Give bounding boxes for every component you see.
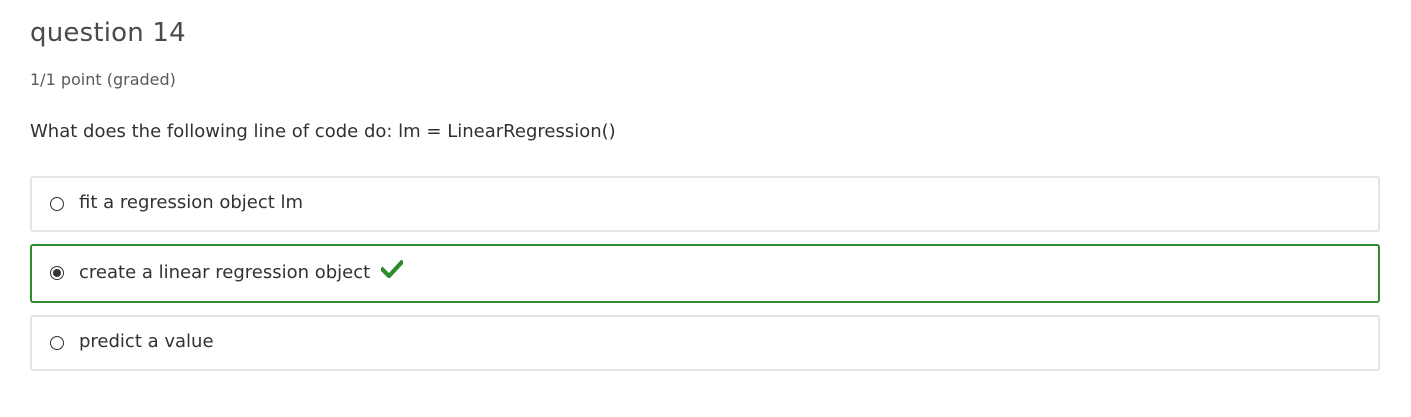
- choice-label: predict a value: [79, 331, 214, 352]
- radio-button[interactable]: [50, 197, 64, 211]
- radio-button[interactable]: [50, 336, 64, 350]
- choice-option-3[interactable]: predict a value: [30, 315, 1380, 371]
- choice-label: create a linear regression object: [79, 262, 371, 283]
- radio-button-selected[interactable]: [50, 266, 64, 280]
- choice-option-1[interactable]: fit a regression object lm: [30, 176, 1380, 232]
- question-prompt: What does the following line of code do:…: [30, 121, 616, 142]
- question-title: question 14: [30, 18, 186, 48]
- points-status: 1/1 point (graded): [30, 70, 176, 89]
- choice-label: fit a regression object lm: [79, 192, 304, 213]
- checkmark-icon: [379, 259, 405, 283]
- choice-label-with-status: create a linear regression object: [79, 259, 405, 283]
- choice-option-2[interactable]: create a linear regression object: [30, 244, 1380, 303]
